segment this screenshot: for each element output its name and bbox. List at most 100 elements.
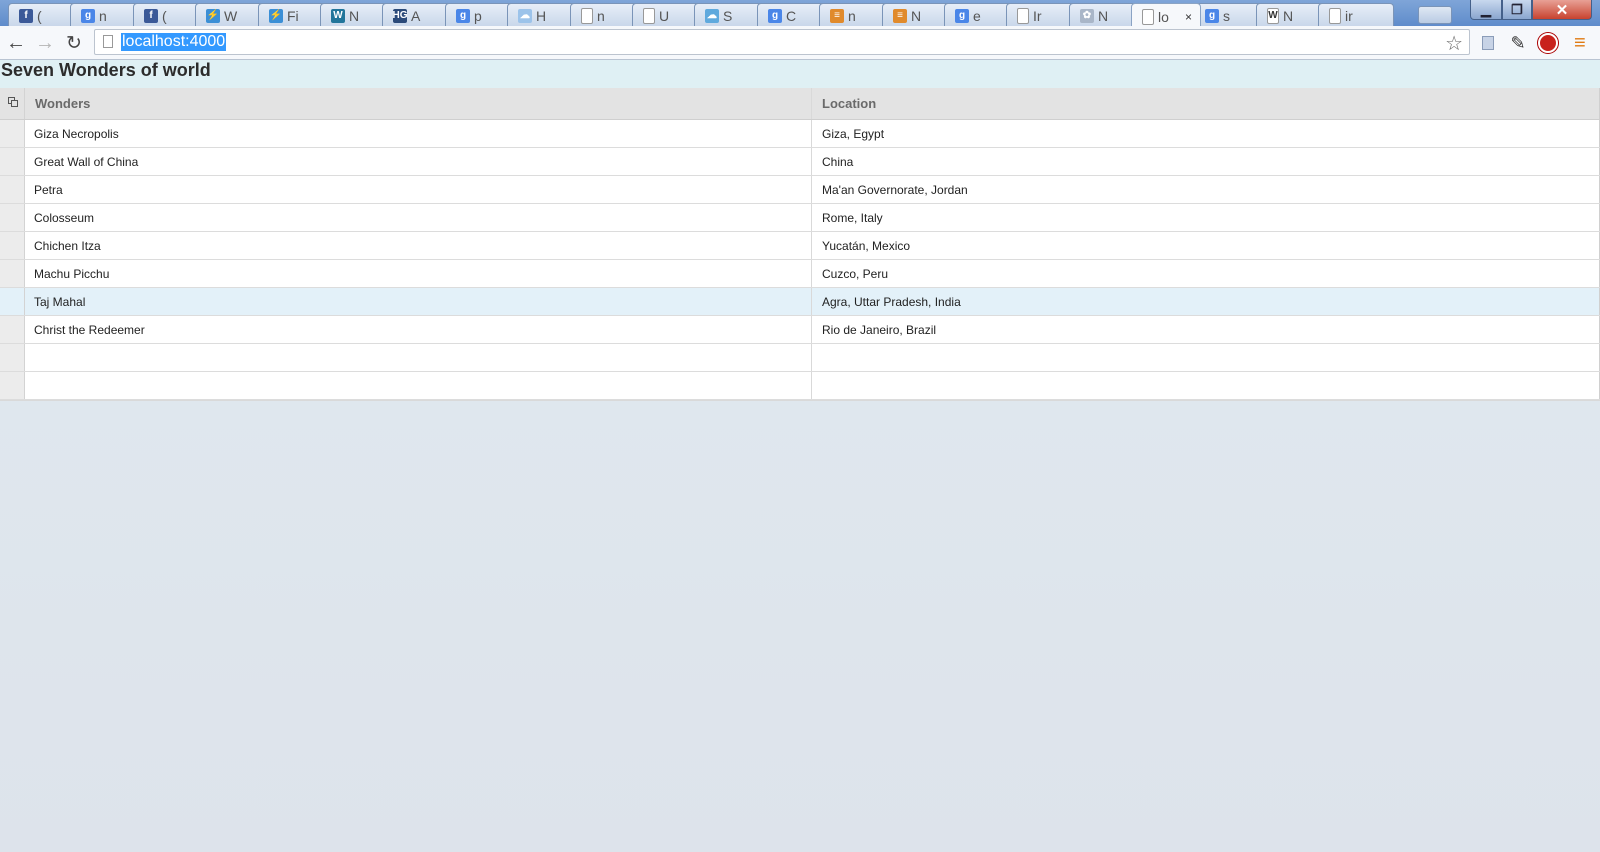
- table-row[interactable]: Machu Picchu Cuzco, Peru: [0, 260, 1600, 288]
- close-window-button[interactable]: ✕: [1532, 0, 1592, 20]
- column-header-wonders[interactable]: Wonders: [25, 88, 812, 119]
- bookmark-star-icon[interactable]: ☆: [1445, 31, 1463, 56]
- eyedropper-icon[interactable]: ✎: [1508, 33, 1528, 53]
- google-icon: g: [955, 9, 969, 23]
- tab-title: ir: [1345, 8, 1353, 24]
- tab-title: U: [659, 8, 670, 24]
- cell-location[interactable]: Rio de Janeiro, Brazil: [812, 316, 1600, 343]
- cell-wonder[interactable]: Petra: [25, 176, 812, 203]
- cell-wonder[interactable]: Machu Picchu: [25, 260, 812, 287]
- cell-wonder[interactable]: Colosseum: [25, 204, 812, 231]
- tab-title: N: [1283, 8, 1294, 24]
- row-header[interactable]: [0, 316, 25, 343]
- grid-corner[interactable]: [0, 88, 25, 119]
- reload-icon: ↻: [66, 32, 82, 54]
- stack-icon: ≡: [830, 9, 844, 23]
- tab-title: W: [224, 8, 238, 24]
- page-content: Seven Wonders of world Wonders Location …: [0, 60, 1600, 852]
- reload-button[interactable]: ↻: [62, 31, 86, 55]
- cell-wonder[interactable]: Giza Necropolis: [25, 120, 812, 147]
- facebook-icon: f: [19, 9, 33, 23]
- cell-wonder[interactable]: Great Wall of China: [25, 148, 812, 175]
- data-grid: Wonders Location Giza Necropolis Giza, Eg…: [0, 88, 1600, 401]
- row-header[interactable]: [0, 120, 25, 147]
- cell-wonder[interactable]: Chichen Itza: [25, 232, 812, 259]
- bolt-icon: ⚡: [269, 9, 283, 23]
- browser-tab[interactable]: lo ×: [1131, 3, 1201, 26]
- new-tab-button[interactable]: [1418, 6, 1452, 24]
- cell-location[interactable]: Giza, Egypt: [812, 120, 1600, 147]
- tab-title: n: [597, 8, 605, 24]
- menu-icon[interactable]: ≡: [1574, 33, 1592, 53]
- cell-wonder[interactable]: Taj Mahal: [25, 288, 812, 315]
- cell-location[interactable]: Yucatán, Mexico: [812, 232, 1600, 259]
- stack-icon: ≡: [893, 9, 907, 23]
- page-icon: [643, 8, 655, 24]
- tab-title: (: [162, 8, 167, 24]
- row-header[interactable]: [0, 344, 25, 371]
- tab-strip: f(g n f(⚡ W ⚡ Fi W N HG Ag p ☁ Hn U ☁ Sg C ≡ n ≡ Ng e Ir ✿ Nlo × g…: [0, 0, 1600, 26]
- tab-title: S: [723, 8, 733, 24]
- adblock-icon[interactable]: [1538, 33, 1558, 53]
- tab-title: N: [911, 8, 922, 24]
- row-header[interactable]: [0, 372, 25, 399]
- cell-wonder[interactable]: Christ the Redeemer: [25, 316, 812, 343]
- arrow-right-icon: →: [35, 31, 55, 54]
- extension-page-icon[interactable]: [1478, 33, 1498, 53]
- tab-title: H: [536, 8, 547, 24]
- row-header[interactable]: [0, 204, 25, 231]
- cell-location[interactable]: [812, 372, 1600, 399]
- cell-location[interactable]: Agra, Uttar Pradesh, India: [812, 288, 1600, 315]
- tab-title: e: [973, 8, 981, 24]
- google-icon: g: [456, 9, 470, 23]
- google-icon: g: [768, 9, 782, 23]
- tab-title: s: [1223, 8, 1230, 24]
- page-icon: [1142, 8, 1154, 25]
- row-header[interactable]: [0, 176, 25, 203]
- minimize-button[interactable]: ▁: [1470, 0, 1502, 20]
- tab-title: Ir: [1033, 8, 1042, 24]
- table-row[interactable]: Chichen Itza Yucatán, Mexico: [0, 232, 1600, 260]
- row-header[interactable]: [0, 232, 25, 259]
- row-header[interactable]: [0, 260, 25, 287]
- tab-title: C: [786, 8, 797, 24]
- cell-location[interactable]: Ma'an Governorate, Jordan: [812, 176, 1600, 203]
- cell-location[interactable]: China: [812, 148, 1600, 175]
- wordpress-icon: W: [331, 9, 345, 23]
- tab-close-icon[interactable]: ×: [1185, 10, 1192, 24]
- browser-toolbar: ← → ↻ localhost:4000 ☆ ✎ ≡: [0, 26, 1600, 60]
- table-row[interactable]: Giza Necropolis Giza, Egypt: [0, 120, 1600, 148]
- table-row[interactable]: Great Wall of China China: [0, 148, 1600, 176]
- bolt-icon: ⚡: [206, 9, 220, 23]
- row-header[interactable]: [0, 288, 25, 315]
- page-icon: [103, 35, 113, 48]
- tab-title: N: [349, 8, 360, 24]
- browser-tab[interactable]: ir: [1318, 3, 1394, 26]
- table-row[interactable]: [0, 344, 1600, 372]
- back-button[interactable]: ←: [4, 31, 28, 55]
- url-text[interactable]: localhost:4000: [121, 33, 227, 51]
- tab-title: Fi: [287, 8, 299, 24]
- cell-wonder[interactable]: [25, 344, 812, 371]
- cell-location[interactable]: Cuzco, Peru: [812, 260, 1600, 287]
- table-row[interactable]: Christ the Redeemer Rio de Janeiro, Brazi…: [0, 316, 1600, 344]
- row-header[interactable]: [0, 148, 25, 175]
- gear-icon: ✿: [1080, 9, 1094, 23]
- maximize-button[interactable]: ❐: [1502, 0, 1532, 20]
- google-icon: g: [1205, 9, 1219, 23]
- copy-icon[interactable]: [8, 97, 20, 109]
- table-row[interactable]: Taj Mahal Agra, Uttar Pradesh, India: [0, 288, 1600, 316]
- page-icon: [1017, 8, 1029, 24]
- cell-location[interactable]: Rome, Italy: [812, 204, 1600, 231]
- forward-button[interactable]: →: [33, 31, 57, 55]
- tab-title: A: [411, 8, 421, 24]
- table-row[interactable]: Colosseum Rome, Italy: [0, 204, 1600, 232]
- grid-body: Giza Necropolis Giza, Egypt Great Wall of …: [0, 120, 1600, 400]
- column-header-location[interactable]: Location: [812, 88, 1600, 119]
- cell-wonder[interactable]: [25, 372, 812, 399]
- address-bar[interactable]: localhost:4000 ☆: [94, 29, 1470, 55]
- table-row[interactable]: [0, 372, 1600, 400]
- cell-location[interactable]: [812, 344, 1600, 371]
- page-icon: [1329, 8, 1341, 24]
- table-row[interactable]: Petra Ma'an Governorate, Jordan: [0, 176, 1600, 204]
